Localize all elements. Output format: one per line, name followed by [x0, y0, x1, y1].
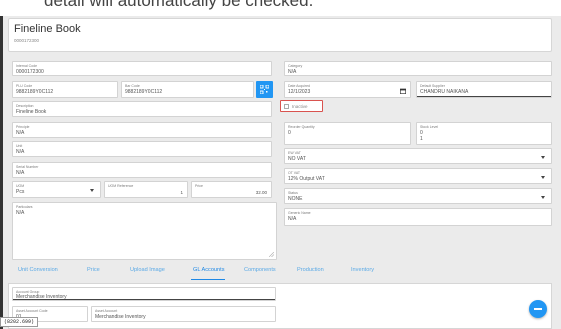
field-label: Price — [195, 184, 203, 188]
date-acquired-field[interactable]: Date Acquired 12/1/2023 — [284, 81, 411, 98]
field-label: OT VAT — [288, 171, 301, 175]
field-value: 32.00 — [255, 190, 267, 195]
field-value: 1 — [180, 190, 183, 195]
field-value: 0000172300 — [16, 69, 44, 75]
field-underline — [417, 96, 551, 97]
inactive-checkbox[interactable]: Inactive — [280, 100, 323, 112]
field-value: 9882189Y0C112 — [16, 89, 54, 95]
chevron-down-icon — [90, 189, 94, 192]
field-label: Unit — [16, 144, 23, 148]
field-label: Status — [288, 191, 298, 195]
reorder-quantity-field[interactable]: Reorder Quantity 0 — [284, 122, 411, 145]
barcode-icon — [260, 85, 269, 94]
field-value: N/A — [16, 130, 25, 136]
gl-accounts-panel: Account Group Merchandise Inventory Asse… — [8, 283, 552, 329]
field-value: NO VAT — [288, 156, 306, 162]
field-label: Date Acquired — [288, 84, 310, 88]
tab-upload-image[interactable]: Upload Image — [130, 267, 165, 273]
field-label: UOM Reference — [108, 184, 134, 188]
stock-level-sub-value: 1 — [420, 136, 423, 142]
field-value: 12/1/2023 — [288, 89, 311, 95]
item-code-subtitle: 0000172300 — [14, 38, 40, 43]
ew-vat-select[interactable]: EW VAT NO VAT — [284, 148, 552, 164]
chevron-down-icon — [541, 196, 545, 199]
field-label: Reorder Quantity — [288, 125, 315, 129]
uom-select[interactable]: UOM Pcs — [12, 181, 101, 198]
resize-handle-icon[interactable] — [269, 252, 274, 257]
chevron-down-icon — [541, 176, 545, 179]
field-label: Bar Code — [125, 84, 140, 88]
tab-production[interactable]: Production — [297, 267, 324, 273]
tab-unit-conversion[interactable]: Unit Conversion — [18, 267, 58, 273]
field-value: 12% Output VAT — [288, 176, 325, 182]
tab-components[interactable]: Components — [244, 267, 276, 273]
field-value: Merchandise Inventory — [95, 314, 146, 320]
coordinate-readout: (8202.699) — [0, 317, 39, 327]
price-field[interactable]: Price 32.00 — [191, 181, 272, 198]
field-label: Asset Account Code — [16, 309, 48, 313]
field-label: Category — [288, 64, 303, 68]
account-group-field[interactable]: Account Group Merchandise Inventory — [12, 287, 276, 301]
field-label: UOM — [16, 184, 25, 188]
inactive-label: Inactive — [292, 104, 308, 109]
field-label: PLU Code — [16, 84, 33, 88]
field-value: 9882189Y0C112 — [125, 89, 163, 95]
field-label: Asset Account — [95, 309, 118, 313]
banner-text: detail will automatically be checked. — [44, 0, 314, 10]
field-label: EW VAT — [288, 151, 301, 155]
default-supplier-field[interactable]: Default Supplier CHANDRU NAIKANA — [416, 81, 552, 98]
tab-inventory[interactable]: Inventory — [351, 267, 374, 273]
bar-code-field[interactable]: Bar Code 9882189Y0C112 — [121, 81, 254, 98]
field-label: Stock Level — [420, 125, 439, 129]
unit-field[interactable]: Unit N/A — [12, 141, 272, 157]
internal-code-field[interactable]: Internal Code 0000172300 — [12, 61, 272, 76]
left-edge-strip — [0, 16, 3, 329]
chevron-down-icon — [541, 156, 545, 159]
uom-reference-field[interactable]: UOM Reference 1 — [104, 181, 188, 198]
field-label: Principle — [16, 125, 30, 129]
minus-icon — [534, 308, 542, 310]
field-label: Generic Name — [288, 211, 311, 215]
principle-field[interactable]: Principle N/A — [12, 122, 272, 138]
checkbox[interactable] — [284, 104, 289, 109]
ot-vat-select[interactable]: OT VAT 12% Output VAT — [284, 168, 552, 184]
particulars-textarea[interactable]: Particulars N/A — [12, 202, 277, 260]
tab-gl-accounts[interactable]: GL Accounts — [193, 267, 225, 273]
active-tab-indicator — [191, 279, 225, 280]
page-title: Fineline Book — [14, 23, 81, 35]
generic-name-field[interactable]: Generic Name N/A — [284, 208, 552, 226]
category-field[interactable]: Category N/A — [284, 61, 552, 76]
field-label: Internal Code — [16, 64, 38, 68]
stock-level-field[interactable]: Stock Level 0 1 — [416, 122, 552, 145]
field-label: Particulars — [16, 205, 33, 209]
calendar-icon[interactable] — [400, 88, 406, 94]
field-label: Default Supplier — [420, 84, 445, 88]
plu-code-field[interactable]: PLU Code 9882189Y0C112 — [12, 81, 118, 98]
description-field[interactable]: Description Fineline Book — [12, 101, 272, 117]
barcode-scan-button[interactable] — [256, 81, 273, 98]
detail-tabs: Unit Conversion Price Upload Image GL Ac… — [8, 264, 552, 280]
field-value: CHANDRU NAIKANA — [420, 89, 469, 95]
status-select[interactable]: Status NONE — [284, 188, 552, 204]
item-header-card: Fineline Book 0000172300 — [8, 18, 552, 52]
field-value: N/A — [288, 69, 297, 75]
field-value: N/A — [288, 216, 297, 222]
field-value: 0 — [288, 130, 291, 136]
field-value: Fineline Book — [16, 109, 47, 115]
field-value: Pcs — [16, 189, 25, 195]
top-banner: detail will automatically be checked. — [0, 0, 561, 16]
field-value: NONE — [288, 196, 303, 202]
field-label: Serial Number — [16, 165, 39, 169]
add-fab-button[interactable] — [529, 300, 547, 318]
serial-number-field[interactable]: Serial Number N/A — [12, 162, 272, 178]
field-label: Description — [16, 104, 34, 108]
field-value: N/A — [16, 149, 25, 155]
field-value: N/A — [16, 170, 25, 176]
field-value: N/A — [16, 210, 25, 216]
asset-account-field[interactable]: Asset Account Merchandise Inventory — [91, 306, 276, 322]
tab-price[interactable]: Price — [87, 267, 100, 273]
field-underline — [13, 299, 275, 300]
